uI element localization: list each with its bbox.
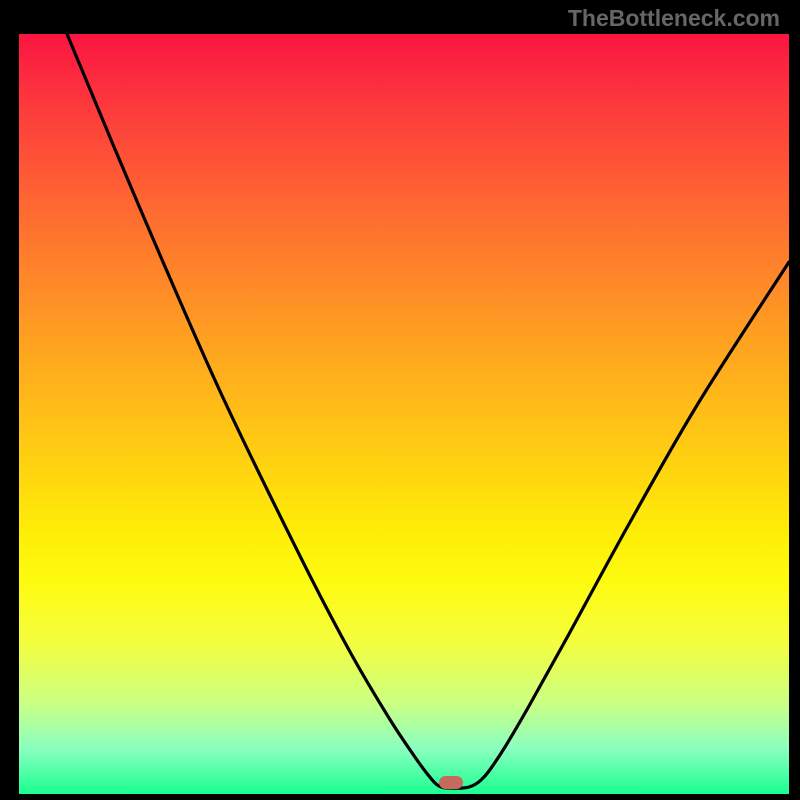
optimal-point-marker [439,776,463,789]
chart-svg [19,34,789,794]
watermark-text: TheBottleneck.com [568,5,780,32]
bottleneck-curve [67,34,789,788]
